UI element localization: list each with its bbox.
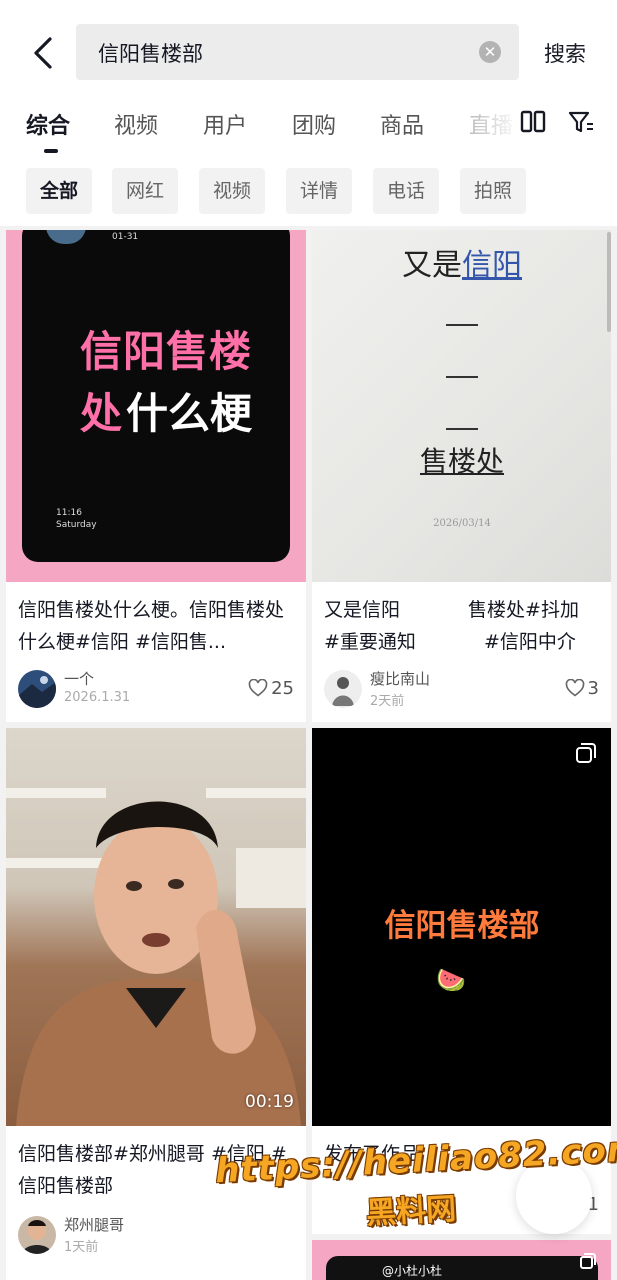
chip-details[interactable]: 详情 — [286, 168, 353, 214]
search-query-text[interactable]: 信阳售楼部 — [98, 38, 203, 68]
scrollbar[interactable] — [607, 232, 611, 332]
thumb-date: 2026/03/14 — [433, 518, 491, 529]
avatar[interactable] — [324, 670, 362, 708]
thumb-headline-2a: 处 — [80, 389, 123, 438]
tab-video[interactable]: 视频 — [114, 108, 158, 140]
card-author[interactable]: 瘦比南山 2天前 — [324, 670, 504, 710]
author-name: 一个 — [64, 670, 95, 688]
multi-image-icon — [580, 1253, 596, 1269]
watermark-text: 黑料网 — [365, 1191, 458, 1232]
active-tab-indicator — [44, 149, 58, 153]
tab-fade-overlay — [470, 100, 520, 160]
avatar[interactable] — [18, 1216, 56, 1254]
thumb-headline: 信阳售楼部 — [384, 908, 540, 944]
thumb-headline-2b: 什么梗 — [126, 389, 253, 438]
tab-group-buy[interactable]: 团购 — [292, 108, 336, 140]
person-illustration — [6, 788, 306, 1126]
divider — [446, 324, 478, 326]
divider — [446, 428, 478, 430]
filter-chips: 全部 网红 视频 详情 电话 拍照 — [0, 160, 617, 226]
thumb-heading: 又是信阳 — [402, 248, 522, 283]
post-date: 1天前 — [64, 1240, 99, 1255]
layout-toggle-icon[interactable] — [520, 110, 546, 134]
tab-users[interactable]: 用户 — [203, 108, 247, 140]
search-button[interactable]: 搜索 — [544, 38, 586, 68]
card-author[interactable]: 郑州腿哥 1天前 — [18, 1216, 198, 1256]
thumb-day: Saturday — [56, 520, 97, 530]
card-thumbnail[interactable]: 又是信阳 售楼处 2026/03/14 — [312, 230, 611, 582]
like-count-value: 3 — [587, 678, 599, 699]
like-count[interactable]: 25 — [248, 678, 294, 699]
result-card[interactable]: 00:19 信阳售楼部#郑州腿哥 #信阳 #信阳售楼部 郑州腿哥 1天前 — [6, 728, 306, 1280]
card-thumbnail[interactable]: 01-31 信阳售楼 处 什么梗 11:16 Saturday — [6, 230, 306, 582]
back-arrow-icon[interactable] — [28, 36, 58, 70]
like-count-value: 25 — [271, 678, 294, 699]
heart-icon — [565, 678, 584, 697]
search-input[interactable]: 信阳售楼部 ✕ — [76, 24, 519, 80]
like-count[interactable]: 3 — [565, 678, 599, 699]
chip-photo[interactable]: 拍照 — [460, 168, 527, 214]
avatar[interactable] — [18, 670, 56, 708]
chip-video[interactable]: 视频 — [199, 168, 266, 214]
clear-search-icon[interactable]: ✕ — [479, 41, 501, 63]
card-thumbnail[interactable]: 信阳售楼部 🍉 — [312, 728, 611, 1126]
thumb-time: 11:16 — [56, 508, 82, 518]
chip-influencer[interactable]: 网红 — [112, 168, 179, 214]
chip-all[interactable]: 全部 — [26, 168, 93, 214]
result-card[interactable]: 又是信阳 售楼处 2026/03/14 又是信阳 售楼处#抖加 #重要通知 #信… — [312, 230, 611, 722]
heart-icon — [248, 678, 268, 697]
author-name: 郑州腿哥 — [64, 1216, 125, 1234]
result-card[interactable]: @小杜小杜 — [312, 1240, 611, 1280]
author-name: 瘦比南山 — [370, 670, 431, 688]
post-date: 2天前 — [370, 694, 405, 709]
tab-products[interactable]: 商品 — [380, 108, 424, 140]
card-title[interactable]: 信阳售楼处什么梗。信阳售楼处什么梗#信阳 #信阳售... — [18, 594, 294, 658]
card-thumbnail[interactable]: 00:19 — [6, 728, 306, 1126]
phone-screen: 01-31 信阳售楼 处 什么梗 11:16 Saturday — [22, 230, 290, 562]
result-card[interactable]: 01-31 信阳售楼 处 什么梗 11:16 Saturday 信阳售楼处什么梗… — [6, 230, 306, 722]
top-bar: 信阳售楼部 ✕ 搜索 — [0, 0, 617, 100]
watermelon-icon: 🍉 — [436, 966, 466, 994]
card-thumbnail[interactable]: @小杜小杜 — [312, 1240, 611, 1280]
chip-phone[interactable]: 电话 — [373, 168, 440, 214]
post-date: 2026.1.31 — [64, 690, 131, 705]
multi-image-icon — [576, 743, 596, 763]
filter-icon[interactable] — [568, 110, 594, 134]
card-author[interactable]: 一个 2026.1.31 — [18, 670, 198, 710]
thumb-date: 01-31 — [112, 232, 139, 242]
thumb-headline-1: 信阳售楼 — [80, 327, 253, 376]
thumb-bottom-text: 售楼处 — [419, 445, 504, 478]
card-title[interactable]: 又是信阳 售楼处#抖加 #重要通知 #信阳中介 — [324, 594, 600, 658]
tab-comprehensive[interactable]: 综合 — [26, 108, 70, 140]
avatar-thumb-icon — [46, 230, 86, 244]
divider — [446, 376, 478, 378]
thumb-tag: @小杜小杜 — [382, 1264, 443, 1278]
video-duration: 00:19 — [245, 1092, 294, 1112]
